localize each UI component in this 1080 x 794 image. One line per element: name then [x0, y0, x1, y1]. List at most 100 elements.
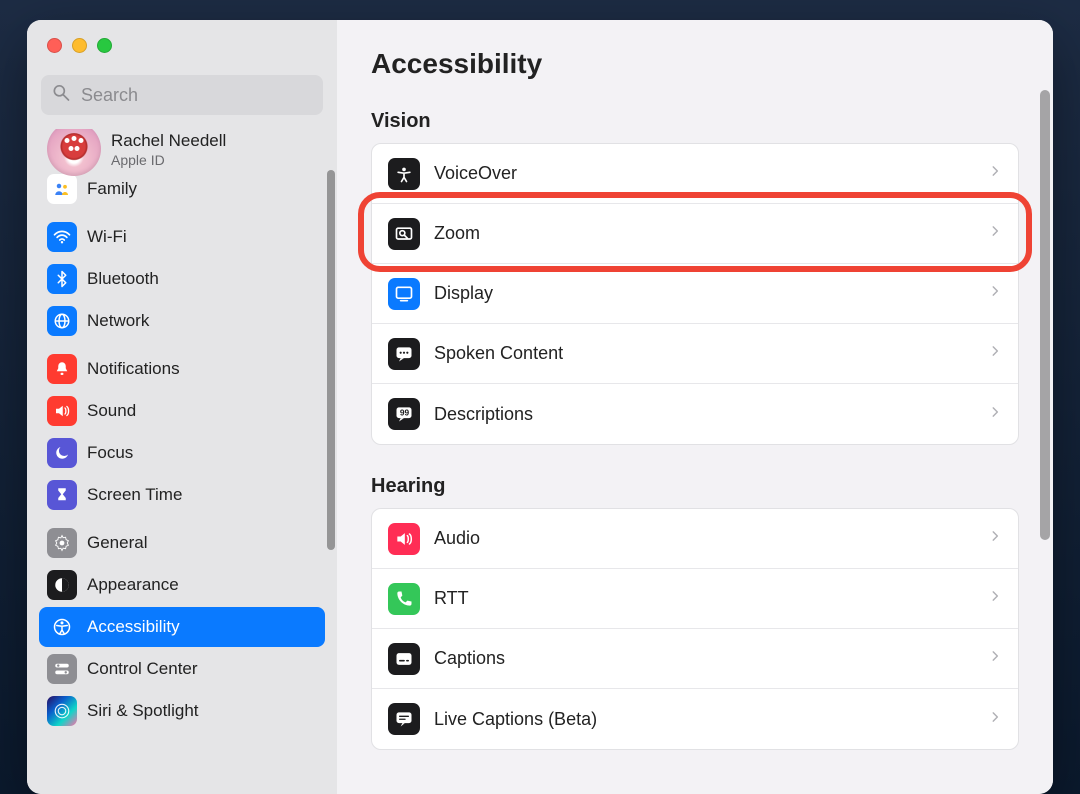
display-icon — [388, 278, 420, 310]
gear-icon — [47, 528, 77, 558]
row-label: VoiceOver — [434, 163, 988, 184]
chevron-right-icon — [988, 589, 1002, 608]
main-pane: Accessibility Vision VoiceOver Zoom Disp — [337, 20, 1053, 794]
family-icon — [47, 174, 77, 204]
speech-bubble-icon — [388, 338, 420, 370]
sidebar-group-system: General Appearance Accessibility Control… — [39, 523, 325, 731]
accessibility-icon — [47, 612, 77, 642]
sidebar-item-sound[interactable]: Sound — [39, 391, 325, 431]
chevron-right-icon — [988, 529, 1002, 548]
row-zoom[interactable]: Zoom — [372, 204, 1018, 264]
sidebar-item-label: Notifications — [87, 359, 180, 379]
page-title: Accessibility — [371, 48, 1019, 80]
row-label: Audio — [434, 528, 988, 549]
card-hearing: Audio RTT Captions Live Captions (Beta) — [371, 508, 1019, 750]
bluetooth-icon — [47, 264, 77, 294]
sidebar-item-screen-time[interactable]: Screen Time — [39, 475, 325, 515]
main-scrollbar[interactable] — [1040, 90, 1050, 540]
chevron-right-icon — [988, 649, 1002, 668]
chevron-right-icon — [988, 405, 1002, 424]
sidebar-item-appearance[interactable]: Appearance — [39, 565, 325, 605]
minimize-button[interactable] — [72, 38, 87, 53]
sidebar: Rachel Needell Apple ID Family Wi-Fi Blu… — [27, 20, 337, 794]
row-label: Spoken Content — [434, 343, 988, 364]
zoom-icon — [388, 218, 420, 250]
speaker-icon — [388, 523, 420, 555]
settings-window: Rachel Needell Apple ID Family Wi-Fi Blu… — [27, 20, 1053, 794]
sidebar-item-label: Network — [87, 311, 149, 331]
search-icon — [51, 83, 71, 108]
phone-icon — [388, 583, 420, 615]
sidebar-item-wifi[interactable]: Wi-Fi — [39, 217, 325, 257]
row-display[interactable]: Display — [372, 264, 1018, 324]
speaker-icon — [47, 396, 77, 426]
section-title-hearing: Hearing — [371, 475, 1019, 498]
wifi-icon — [47, 222, 77, 252]
row-label: Display — [434, 283, 988, 304]
sidebar-item-control-center[interactable]: Control Center — [39, 649, 325, 689]
sidebar-item-family[interactable]: Family — [39, 169, 325, 209]
appearance-icon — [47, 570, 77, 600]
sidebar-item-label: Focus — [87, 443, 133, 463]
siri-icon — [47, 696, 77, 726]
account-sub: Apple ID — [111, 152, 226, 168]
row-rtt[interactable]: RTT — [372, 569, 1018, 629]
sidebar-item-network[interactable]: Network — [39, 301, 325, 341]
row-live-captions[interactable]: Live Captions (Beta) — [372, 689, 1018, 749]
row-label: RTT — [434, 588, 988, 609]
zoom-window-button[interactable] — [97, 38, 112, 53]
section-title-vision: Vision — [371, 110, 1019, 133]
account-name: Rachel Needell — [111, 131, 226, 151]
sidebar-item-focus[interactable]: Focus — [39, 433, 325, 473]
search-input[interactable] — [41, 75, 323, 115]
sidebar-group-network: Wi-Fi Bluetooth Network — [39, 217, 325, 341]
sidebar-scrollbar[interactable] — [327, 170, 335, 550]
sidebar-item-label: Siri & Spotlight — [87, 701, 199, 721]
row-label: Descriptions — [434, 404, 988, 425]
search-container — [41, 75, 323, 115]
sidebar-item-notifications[interactable]: Notifications — [39, 349, 325, 389]
sidebar-item-siri-spotlight[interactable]: Siri & Spotlight — [39, 691, 325, 731]
chevron-right-icon — [988, 164, 1002, 183]
row-label: Live Captions (Beta) — [434, 709, 988, 730]
hourglass-icon — [47, 480, 77, 510]
voiceover-icon — [388, 158, 420, 190]
sidebar-item-accessibility[interactable]: Accessibility — [39, 607, 325, 647]
row-label: Zoom — [434, 223, 988, 244]
row-label: Captions — [434, 648, 988, 669]
window-controls — [27, 20, 337, 53]
sidebar-item-label: Accessibility — [87, 617, 180, 637]
sidebar-item-label: General — [87, 533, 147, 553]
network-icon — [47, 306, 77, 336]
sidebar-group-activity: Notifications Sound Focus Screen Time — [39, 349, 325, 515]
sidebar-item-bluetooth[interactable]: Bluetooth — [39, 259, 325, 299]
sidebar-item-label: Control Center — [87, 659, 198, 679]
sidebar-item-label: Bluetooth — [87, 269, 159, 289]
sidebar-item-general[interactable]: General — [39, 523, 325, 563]
chevron-right-icon — [988, 344, 1002, 363]
sidebar-item-label: Sound — [87, 401, 136, 421]
sidebar-item-label: Family — [87, 179, 137, 199]
sidebar-scroll[interactable]: Rachel Needell Apple ID Family Wi-Fi Blu… — [27, 129, 337, 794]
sidebar-item-label: Wi-Fi — [87, 227, 127, 247]
moon-icon — [47, 438, 77, 468]
sidebar-item-label: Appearance — [87, 575, 179, 595]
row-spoken-content[interactable]: Spoken Content — [372, 324, 1018, 384]
card-vision: VoiceOver Zoom Display Spoken Content — [371, 143, 1019, 445]
chevron-right-icon — [988, 284, 1002, 303]
captions-icon — [388, 643, 420, 675]
sidebar-item-apple-id[interactable]: Rachel Needell Apple ID — [39, 129, 325, 169]
chevron-right-icon — [988, 224, 1002, 243]
bell-icon — [47, 354, 77, 384]
chevron-right-icon — [988, 710, 1002, 729]
live-captions-icon — [388, 703, 420, 735]
main-content: Accessibility Vision VoiceOver Zoom Disp — [337, 20, 1053, 750]
row-audio[interactable]: Audio — [372, 509, 1018, 569]
row-captions[interactable]: Captions — [372, 629, 1018, 689]
row-voiceover[interactable]: VoiceOver — [372, 144, 1018, 204]
sidebar-item-label: Screen Time — [87, 485, 182, 505]
switches-icon — [47, 654, 77, 684]
row-descriptions[interactable]: Descriptions — [372, 384, 1018, 444]
close-button[interactable] — [47, 38, 62, 53]
quote-bubble-icon — [388, 398, 420, 430]
